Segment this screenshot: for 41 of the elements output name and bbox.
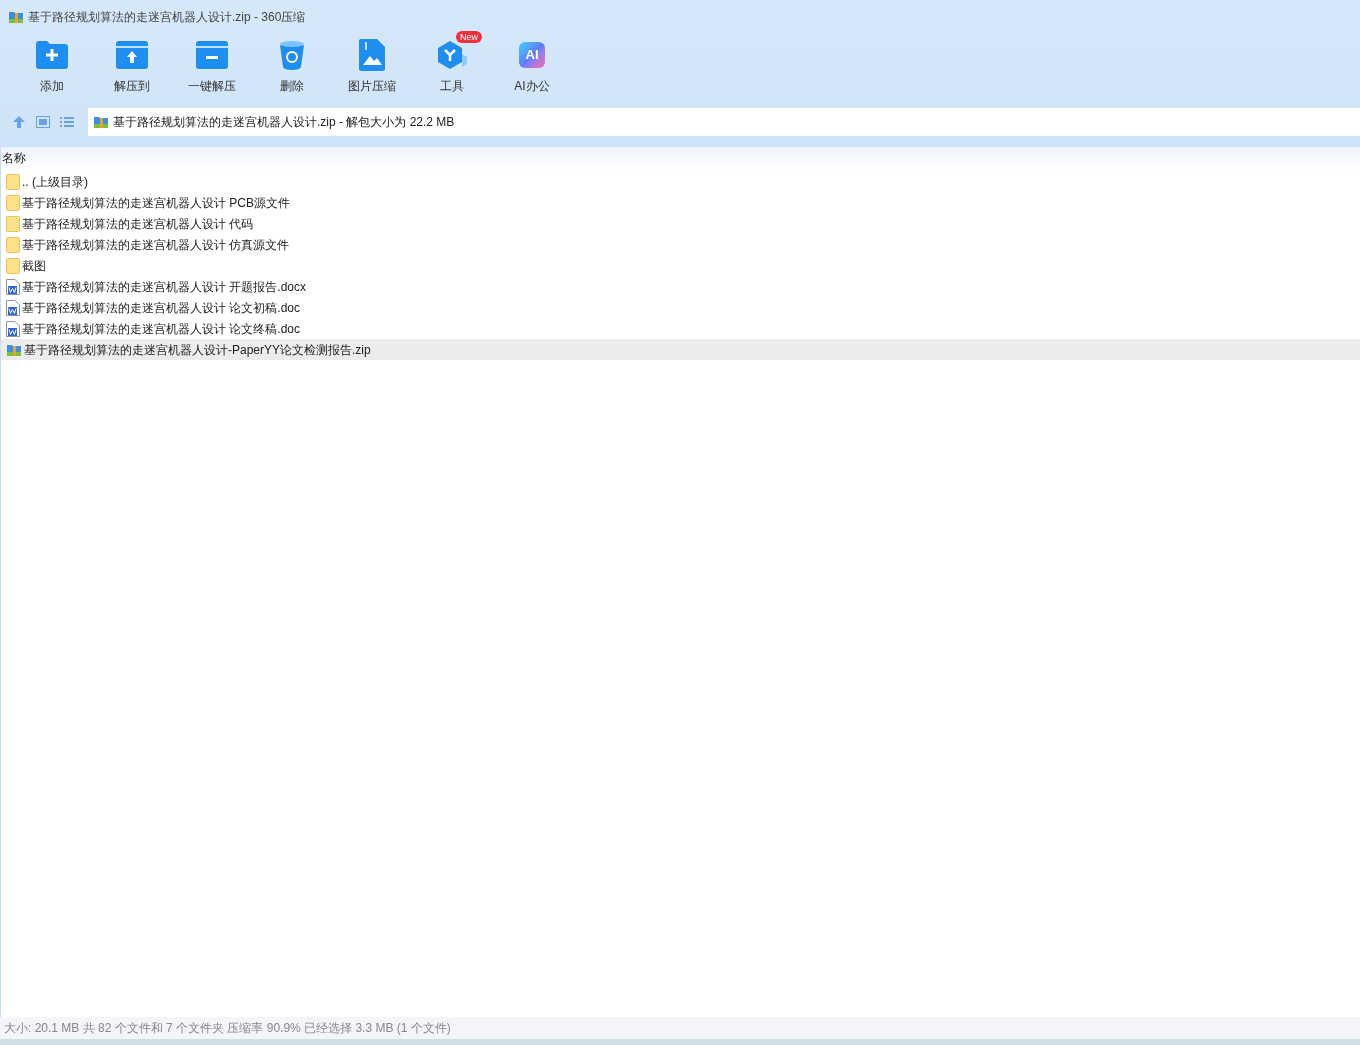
toolbar-button[interactable]: 删除 [252,33,332,97]
folder-upload-icon [116,41,148,69]
file-row[interactable]: 基于路径规划算法的走迷宫机器人设计-PaperYY论文检测报告.zip [1,339,1360,360]
toolbar-button[interactable]: 一键解压 [172,33,252,97]
toolbar-button[interactable]: 解压到 [92,33,172,97]
column-header[interactable]: 名称 [1,149,26,169]
toolbar-button[interactable]: 添加 [12,33,92,97]
up-arrow-icon[interactable] [12,115,26,129]
file-row[interactable]: 基于路径规划算法的走迷宫机器人设计 论文终稿.doc [1,318,1360,339]
folder-plus-icon [36,41,68,69]
image-file-icon [359,39,385,71]
toolbar-button[interactable]: AI AI办公 [492,33,572,97]
new-badge: New [456,31,482,43]
word-document-icon [6,320,20,337]
file-row[interactable]: 基于路径规划算法的走迷宫机器人设计 开题报告.docx [1,276,1360,297]
file-row[interactable]: 截图 [1,255,1360,276]
folder-icon [6,215,20,232]
status-bar: 大小: 20.1 MB 共 82 个文件和 7 个文件夹 压缩率 90.9% 已经选择 3.3 MB (1 个文件) [0,1017,1360,1039]
file-row[interactable]: 基于路径规划算法的走迷宫机器人设计 仿真源文件 [1,234,1360,255]
word-document-icon [6,278,20,295]
file-row[interactable]: 基于路径规划算法的走迷宫机器人设计 论文初稿.doc [1,297,1360,318]
toolbar-button[interactable]: 图片压缩 [332,33,412,97]
folder-minus-icon [196,41,228,69]
folder-icon [6,173,20,190]
address-field[interactable]: 基于路径规划算法的走迷宫机器人设计.zip - 解包大小为 22.2 MB [88,108,1360,136]
window-title: 基于路径规划算法的走迷宫机器人设计.zip - 360压缩 [28,8,306,26]
file-row[interactable]: 基于路径规划算法的走迷宫机器人设计 PCB源文件 [1,192,1360,213]
list-view-icon[interactable] [60,116,74,128]
ai-icon: AI [519,42,545,68]
file-row[interactable]: .. (上级目录) [1,171,1360,192]
address-path: 基于路径规划算法的走迷宫机器人设计.zip - 解包大小为 22.2 MB [113,114,455,131]
hexagon-tool-icon [436,40,468,70]
archive-icon [93,114,109,130]
folder-icon [6,194,20,211]
folder-icon [6,236,20,253]
folder-icon [6,257,20,274]
file-row[interactable]: 基于路径规划算法的走迷宫机器人设计 代码 [1,213,1360,234]
word-document-icon [6,299,20,316]
recycle-bin-icon [279,40,305,70]
thumbnail-view-icon[interactable] [36,116,50,128]
toolbar-button[interactable]: New 工具 [412,33,492,97]
